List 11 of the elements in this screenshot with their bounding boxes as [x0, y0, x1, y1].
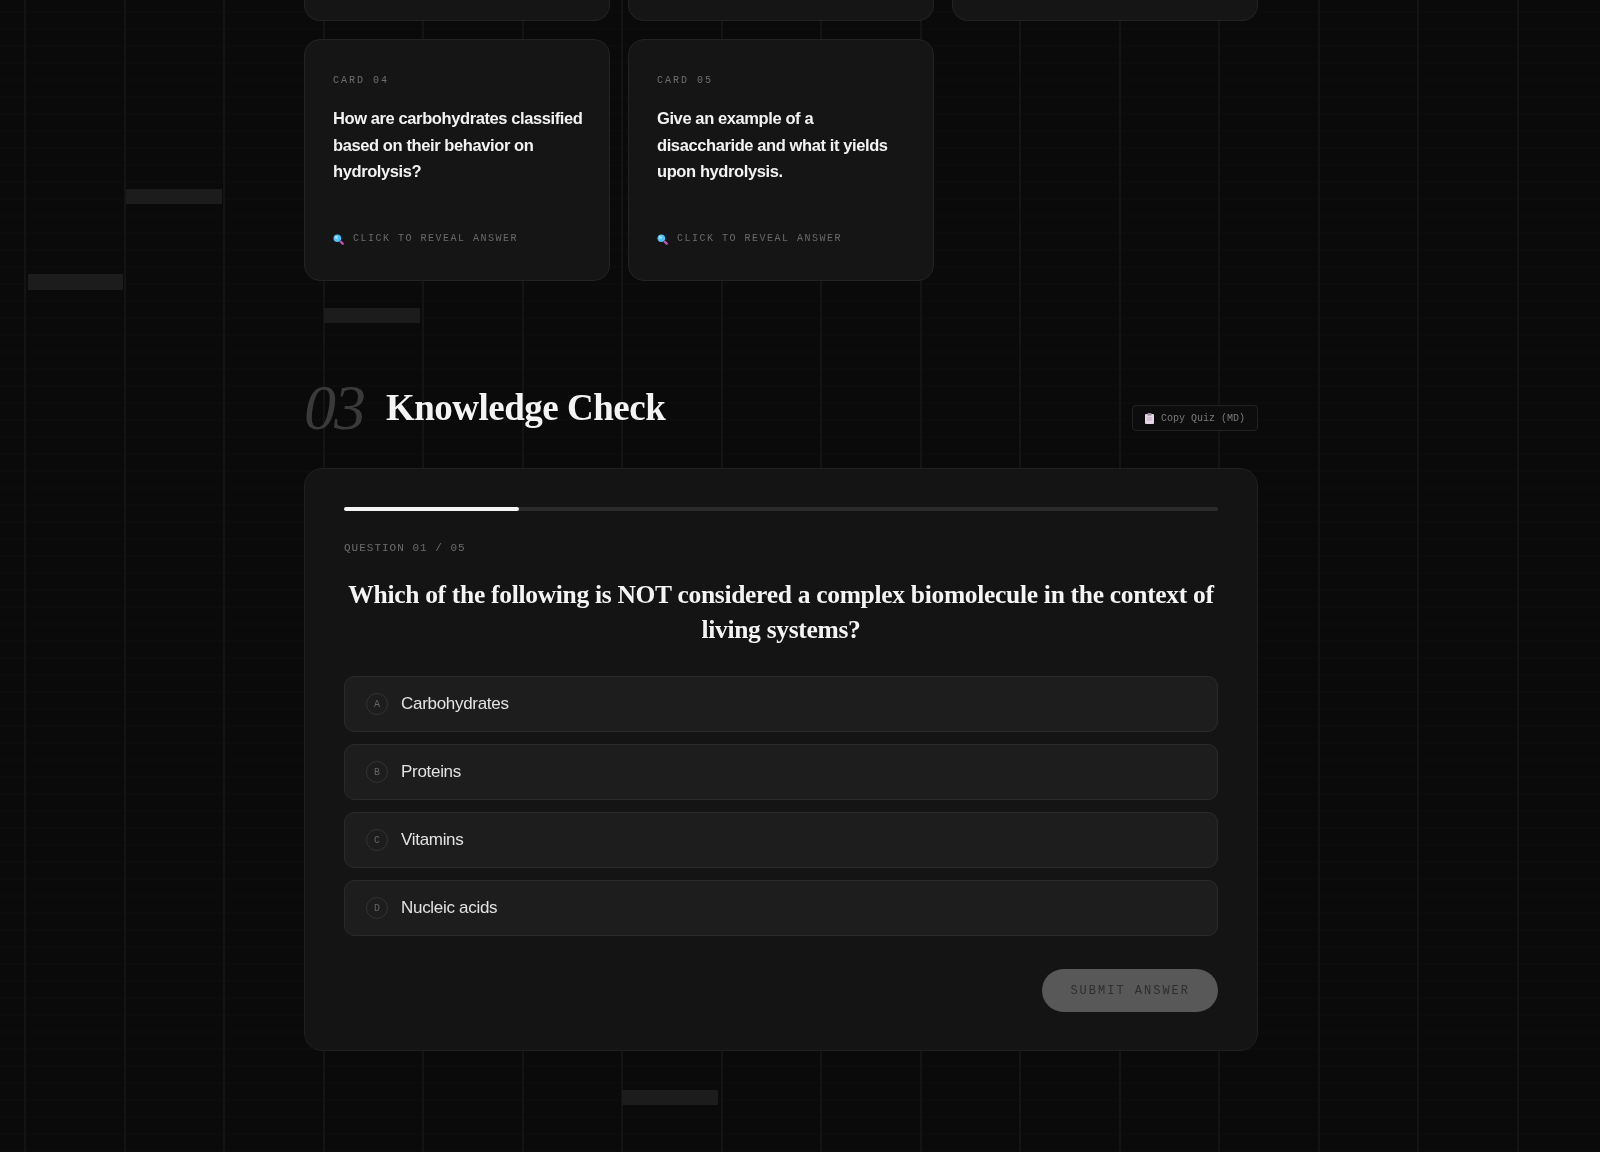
card-question: How are carbohydrates classified based on their behavior on hydrolysis? — [333, 108, 583, 182]
card-label: CARD 04 — [333, 74, 390, 88]
reveal-hint: CLICK TO REVEAL ANSWER — [677, 232, 843, 246]
card-question: Give an example of a disaccharide and what it yields upon hydrolysis. — [657, 108, 889, 182]
flashcard[interactable] — [304, 0, 610, 21]
flashcard[interactable] — [628, 0, 934, 21]
flashcard[interactable] — [952, 0, 1258, 21]
flashcard[interactable]: CARD 05 Give an example of a disaccharide and what it yields upon hydrolysis. CLICK TO REVEAL ANSWER — [628, 39, 934, 281]
clipboard-icon — [1145, 412, 1154, 424]
card-label: CARD 05 — [657, 74, 714, 88]
copy-quiz-button[interactable]: Copy Quiz (MD) — [1132, 405, 1258, 431]
